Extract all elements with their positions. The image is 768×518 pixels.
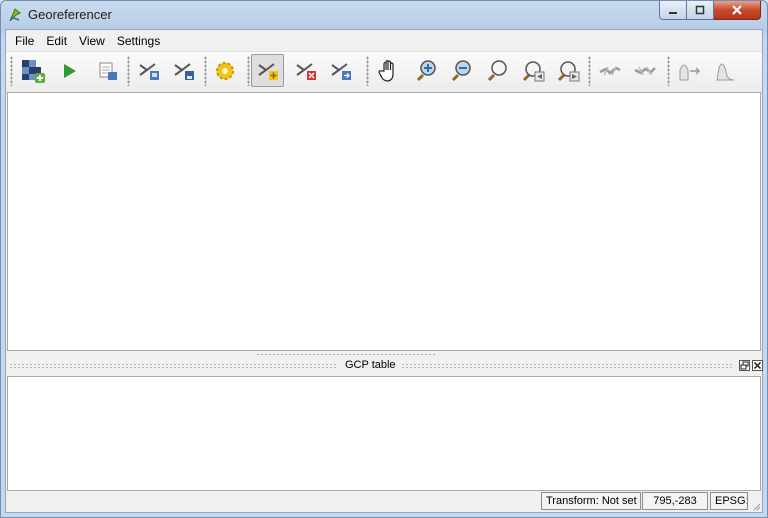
menu-bar: File Edit View Settings <box>6 30 762 51</box>
maximize-button[interactable] <box>687 1 714 20</box>
add-point-icon <box>257 62 278 80</box>
zoom-to-layer-button[interactable] <box>480 54 513 87</box>
link-georeferencer-to-qgis-icon <box>598 66 621 75</box>
load-gcp-points-icon <box>138 62 159 80</box>
local-histogram-stretch-icon <box>715 63 734 80</box>
gcp-dock-title-bar[interactable]: GCP table <box>7 358 763 375</box>
save-gcp-points-button[interactable] <box>167 54 200 87</box>
gcp-dock-title: GCP table <box>345 359 396 371</box>
transform-status: Transform: Not set <box>541 492 641 510</box>
open-raster-button[interactable] <box>16 54 49 87</box>
window-title: Georeferencer <box>28 7 112 22</box>
main-toolbar <box>6 51 762 93</box>
dock-float-button[interactable] <box>739 360 750 371</box>
close-icon <box>732 5 742 15</box>
title-bar[interactable]: Georeferencer <box>1 1 767 29</box>
toolbar-grip[interactable] <box>127 56 130 86</box>
generate-gdal-script-icon <box>99 62 117 80</box>
pan-button[interactable] <box>372 54 405 87</box>
menu-edit[interactable]: Edit <box>40 31 73 51</box>
gcp-table[interactable] <box>7 376 761 491</box>
load-gcp-points-button[interactable] <box>132 54 165 87</box>
resize-grip-icon[interactable] <box>751 501 761 511</box>
full-histogram-stretch-button[interactable] <box>672 54 705 87</box>
epsg-button[interactable]: EPSG: <box>710 492 748 510</box>
window-controls <box>659 1 761 21</box>
open-raster-icon <box>21 59 45 83</box>
transformation-settings-button[interactable] <box>208 54 241 87</box>
close-button[interactable] <box>714 1 761 20</box>
dock-splitter-handle[interactable] <box>256 353 436 356</box>
map-canvas[interactable] <box>7 92 761 351</box>
maximize-icon <box>695 5 705 15</box>
menu-view[interactable]: View <box>73 31 111 51</box>
toolbar-grip[interactable] <box>10 56 13 86</box>
menu-settings[interactable]: Settings <box>111 31 166 51</box>
coordinates-display: 795,-283 <box>642 492 708 510</box>
full-histogram-stretch-icon <box>679 64 700 80</box>
local-histogram-stretch-button[interactable] <box>708 54 741 87</box>
save-gcp-points-icon <box>173 62 194 80</box>
toolbar-grip[interactable] <box>366 56 369 86</box>
transformation-settings-icon <box>215 61 234 80</box>
dock-grip-left <box>9 363 337 369</box>
zoom-next-icon <box>557 60 579 81</box>
move-gcp-point-icon <box>330 62 351 80</box>
toolbar-grip[interactable] <box>667 56 670 86</box>
generate-gdal-script-button[interactable] <box>90 54 123 87</box>
minimize-button[interactable] <box>659 1 687 20</box>
menu-file[interactable]: File <box>9 31 40 51</box>
delete-point-icon <box>295 62 316 80</box>
add-point-button[interactable] <box>251 54 284 87</box>
delete-point-button[interactable] <box>289 54 322 87</box>
close-icon <box>753 361 762 370</box>
toolbar-grip[interactable] <box>588 56 591 86</box>
start-georeferencing-button[interactable] <box>52 54 85 87</box>
georeferencer-window: Georeferencer File Edit View Settings GC… <box>0 0 768 518</box>
zoom-last-button[interactable] <box>516 54 549 87</box>
main-client-area: File Edit View Settings GCP table Transf… <box>5 29 763 513</box>
zoom-next-button[interactable] <box>551 54 584 87</box>
toolbar-grip[interactable] <box>247 56 250 86</box>
pan-icon <box>377 59 394 82</box>
zoom-last-icon <box>522 60 544 81</box>
zoom-out-icon <box>451 59 471 81</box>
status-bar: Transform: Not set 795,-283 EPSG: <box>6 490 762 512</box>
dock-grip-right <box>401 363 733 369</box>
zoom-in-button[interactable] <box>409 54 442 87</box>
move-gcp-point-button[interactable] <box>324 54 357 87</box>
zoom-out-button[interactable] <box>444 54 477 87</box>
toolbar-grip[interactable] <box>204 56 207 86</box>
link-qgis-to-georeferencer-button[interactable] <box>628 54 661 87</box>
float-icon <box>740 361 749 370</box>
start-georeferencing-icon <box>63 63 76 78</box>
link-georeferencer-to-qgis-button[interactable] <box>593 54 626 87</box>
link-qgis-to-georeferencer-icon <box>633 66 656 75</box>
georeferencer-app-icon <box>9 8 21 22</box>
dock-close-button[interactable] <box>752 360 763 371</box>
zoom-in-icon <box>416 59 436 81</box>
minimize-icon <box>669 12 677 14</box>
zoom-to-layer-icon <box>487 59 507 81</box>
